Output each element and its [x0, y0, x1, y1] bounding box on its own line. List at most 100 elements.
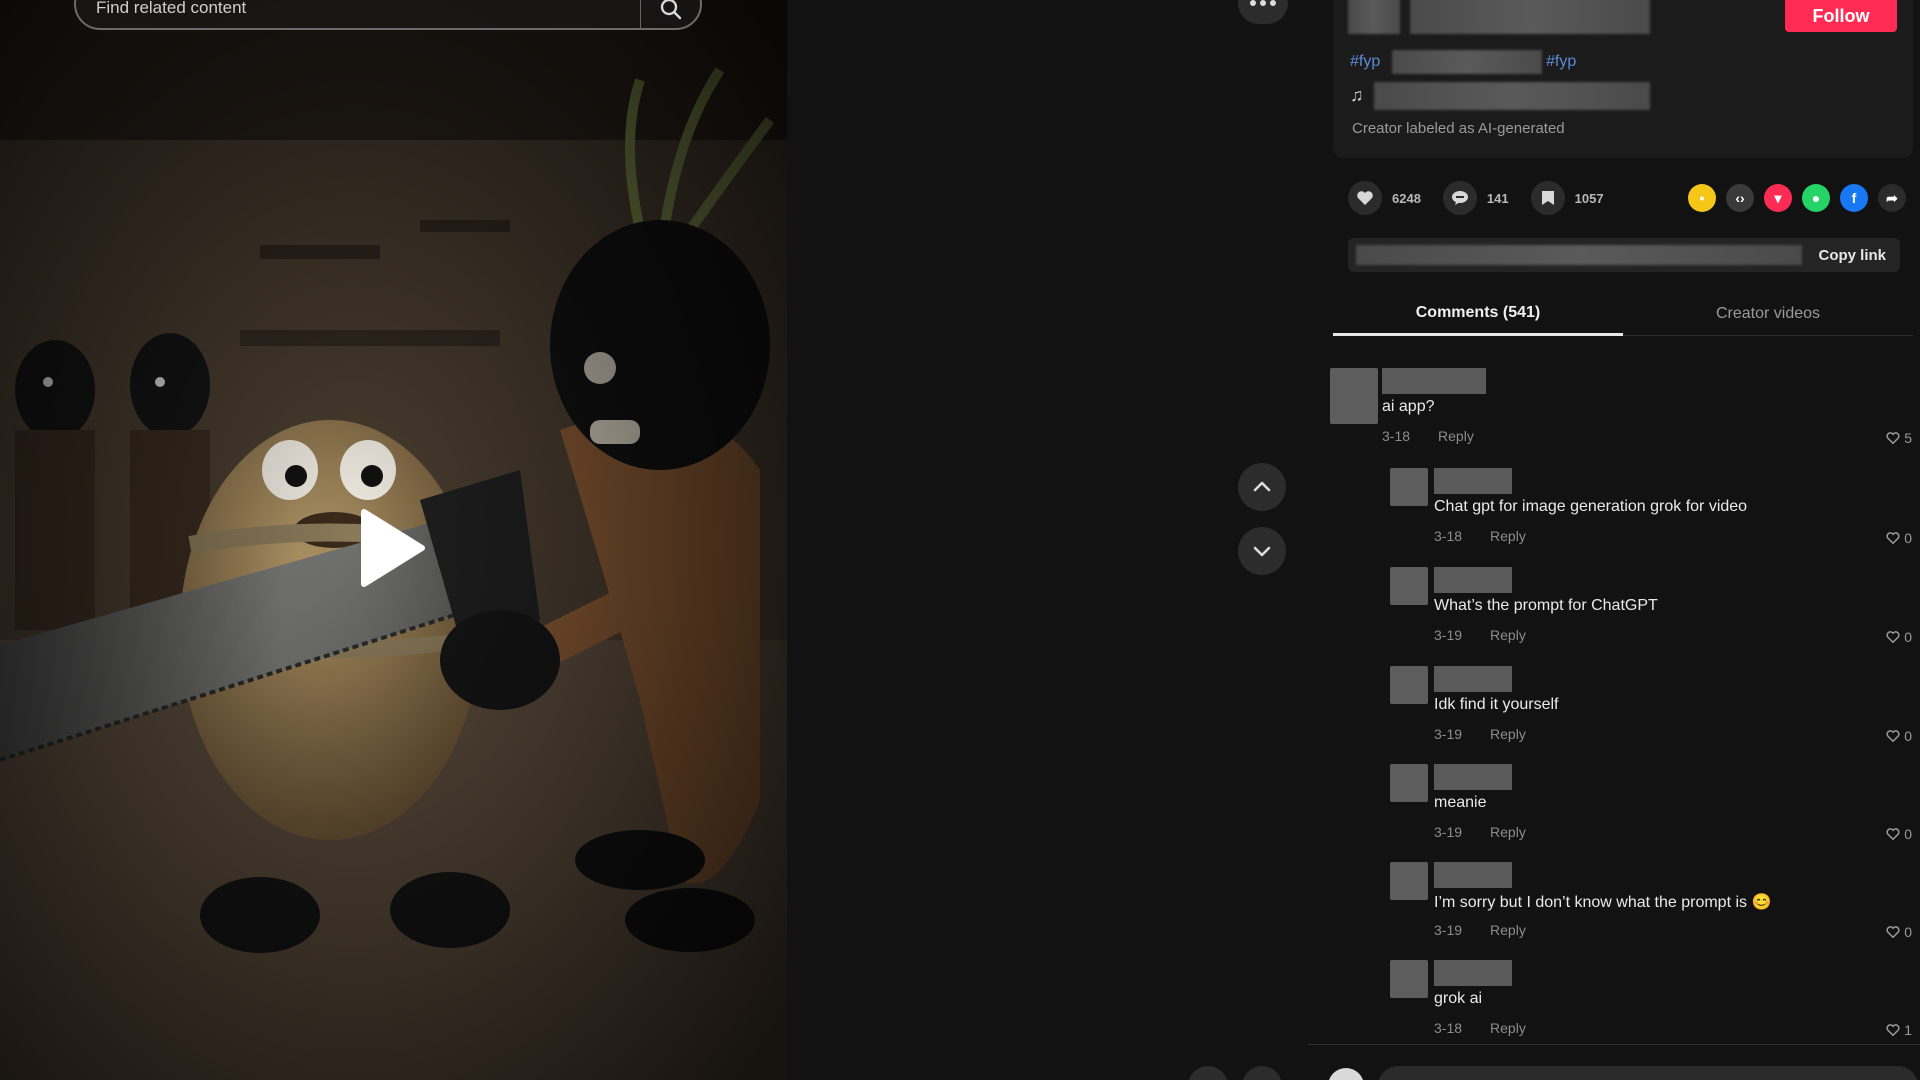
play-icon: [361, 509, 425, 587]
panel-tabs: Comments (541) Creator videos: [1333, 292, 1913, 336]
heart-outline-icon: [1886, 828, 1900, 840]
comment-action[interactable]: 141: [1442, 181, 1509, 215]
volume-button[interactable]: [1188, 1066, 1228, 1080]
creator-avatar[interactable]: [1348, 0, 1400, 34]
save-action[interactable]: 1057: [1530, 181, 1604, 215]
comment-meta: 3-18 Reply: [1434, 528, 1526, 544]
comment-like-count: 0: [1904, 530, 1912, 546]
whatsapp-icon[interactable]: ●: [1802, 184, 1830, 212]
hashtag-link[interactable]: #fyp: [1350, 53, 1380, 71]
search-bar: [74, 0, 702, 30]
heart-outline-icon: [1886, 730, 1900, 742]
comment-username[interactable]: [1434, 862, 1512, 888]
add-comment-input[interactable]: [1378, 1066, 1918, 1080]
comment-text: ai app?: [1382, 398, 1435, 415]
comment-date: 3-19: [1434, 627, 1463, 643]
reply-button[interactable]: Reply: [1490, 824, 1526, 840]
comment-text: meanie: [1434, 794, 1487, 811]
like-action[interactable]: 6248: [1348, 181, 1421, 215]
comment-avatar[interactable]: [1390, 764, 1428, 802]
comment-like-count: 0: [1904, 924, 1912, 940]
reply-button[interactable]: Reply: [1490, 627, 1526, 643]
comment-like-button[interactable]: 0: [1886, 924, 1912, 940]
chevron-down-icon: [1253, 546, 1271, 557]
hashtag-link[interactable]: #fyp: [1546, 53, 1576, 71]
comment-username[interactable]: [1434, 567, 1512, 593]
next-video-button[interactable]: [1238, 527, 1286, 575]
reply-button[interactable]: Reply: [1490, 726, 1526, 742]
comment-like-count: 0: [1904, 629, 1912, 645]
comment-like-count: 5: [1904, 430, 1912, 446]
heart-outline-icon: [1886, 631, 1900, 643]
reply-button[interactable]: Reply: [1490, 922, 1526, 938]
reply-button[interactable]: Reply: [1490, 1020, 1526, 1036]
music-note-icon: ♫: [1350, 85, 1364, 105]
comment-like-count: 0: [1904, 826, 1912, 842]
previous-video-button[interactable]: [1238, 463, 1286, 511]
engagement-actions: 6248 141 1057: [1348, 180, 1626, 216]
user-avatar: [1328, 1068, 1364, 1080]
comment-count: 141: [1486, 190, 1509, 206]
comment-username[interactable]: [1434, 666, 1512, 692]
comment-username[interactable]: [1434, 764, 1512, 790]
creator-name[interactable]: [1410, 0, 1650, 34]
copy-link-button[interactable]: Copy link: [1818, 238, 1886, 272]
comment-text: grok ai: [1434, 990, 1483, 1007]
comment-text: Idk find it yourself: [1434, 696, 1559, 713]
comment-text: What’s the prompt for ChatGPT: [1434, 597, 1658, 614]
comment-like-button[interactable]: 0: [1886, 629, 1912, 645]
comment-like-button[interactable]: 0: [1886, 728, 1912, 744]
comment-like-button[interactable]: 0: [1886, 826, 1912, 842]
comment-avatar[interactable]: [1390, 567, 1428, 605]
heart-icon: [1348, 181, 1382, 215]
comment-avatar[interactable]: [1390, 666, 1428, 704]
search-input[interactable]: [96, 0, 616, 18]
search-button[interactable]: [640, 0, 700, 28]
comment-like-button[interactable]: 1: [1886, 1022, 1912, 1038]
comment-like-count: 1: [1904, 1022, 1912, 1038]
comment-username[interactable]: [1434, 468, 1512, 494]
comment-text: I’m sorry but I don’t know what the prom…: [1434, 894, 1772, 911]
comment-username[interactable]: [1382, 368, 1486, 394]
comment-meta: 3-18 Reply: [1382, 428, 1474, 444]
comment-meta: 3-19 Reply: [1434, 824, 1526, 840]
tiktok-friends-icon[interactable]: ▾: [1764, 184, 1792, 212]
sound-title[interactable]: [1374, 82, 1650, 110]
more-options-button[interactable]: [1238, 0, 1288, 24]
ai-generated-label: Creator labeled as AI-generated: [1352, 120, 1565, 137]
comment-date: 3-18: [1382, 428, 1411, 444]
comment-date: 3-19: [1434, 824, 1463, 840]
comment-avatar[interactable]: [1390, 960, 1428, 998]
comment-avatar[interactable]: [1390, 468, 1428, 506]
copy-link-row: Copy link: [1348, 238, 1900, 272]
comment-like-button[interactable]: 0: [1886, 530, 1912, 546]
heart-outline-icon: [1886, 432, 1900, 444]
code-icon[interactable]: ‹›: [1726, 184, 1754, 212]
comment-avatar[interactable]: [1330, 368, 1378, 424]
comment-date: 3-18: [1434, 528, 1463, 544]
comment-meta: 3-18 Reply: [1434, 1020, 1526, 1036]
embed-icon[interactable]: •: [1688, 184, 1716, 212]
comment-like-button[interactable]: 5: [1886, 430, 1912, 446]
follow-button[interactable]: Follow: [1785, 0, 1897, 32]
share-icons: • ‹› ▾ ● f ➦: [1688, 184, 1916, 212]
comment-username[interactable]: [1434, 960, 1512, 986]
video-player[interactable]: [0, 0, 787, 1080]
fullscreen-button[interactable]: [1242, 1066, 1282, 1080]
comment-date: 3-19: [1434, 726, 1463, 742]
video-url-field[interactable]: [1356, 245, 1802, 265]
play-button[interactable]: [356, 506, 428, 590]
save-count: 1057: [1574, 190, 1604, 206]
comment-meta: 3-19 Reply: [1434, 922, 1526, 938]
share-arrow-icon[interactable]: ➦: [1878, 184, 1906, 212]
heart-outline-icon: [1886, 532, 1900, 544]
tab-comments[interactable]: Comments (541): [1333, 292, 1623, 336]
search-icon: [660, 0, 681, 20]
reply-button[interactable]: Reply: [1438, 428, 1474, 444]
facebook-icon[interactable]: f: [1840, 184, 1868, 212]
tab-creator-videos[interactable]: Creator videos: [1623, 292, 1913, 336]
comment-date: 3-18: [1434, 1020, 1463, 1036]
comment-meta: 3-19 Reply: [1434, 627, 1526, 643]
comment-avatar[interactable]: [1390, 862, 1428, 900]
reply-button[interactable]: Reply: [1490, 528, 1526, 544]
